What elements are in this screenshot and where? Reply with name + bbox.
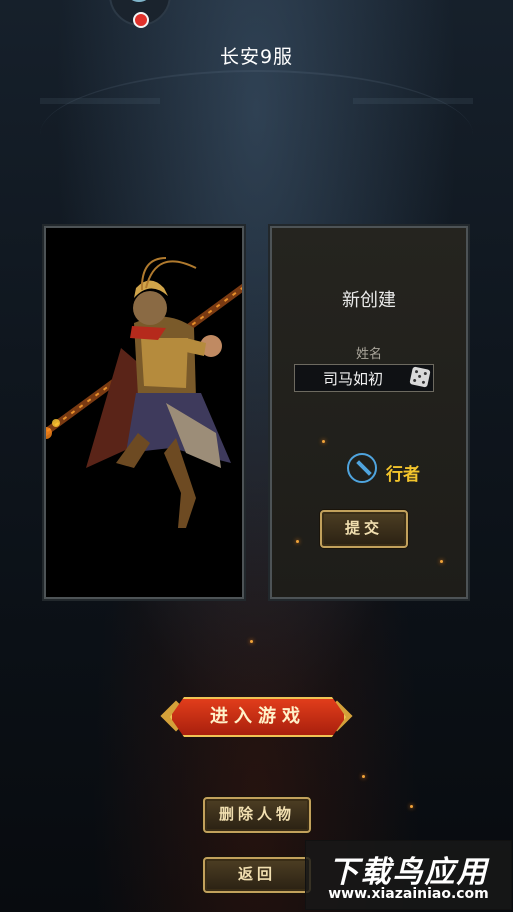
name-label: 姓名 — [355, 347, 382, 362]
panel-title: 新创建 — [342, 290, 396, 311]
monkey-king-character-art — [27, 257, 260, 528]
submit-button[interactable]: 提交 — [320, 510, 408, 548]
random-name-dice-icon[interactable] — [409, 366, 431, 388]
beam-decoration-right — [353, 98, 473, 104]
create-character-panel: 新创建 姓名 行者 提交 — [270, 226, 468, 599]
ember-particle — [410, 805, 413, 808]
watermark-url: www.xiazainiao.com — [328, 886, 489, 902]
class-name-label[interactable]: 行者 — [386, 460, 420, 485]
temple-arch-decoration — [40, 70, 473, 232]
mascot-icon — [128, 0, 150, 2]
ember-particle — [250, 640, 253, 643]
beam-decoration-left — [40, 98, 160, 104]
ember-particle — [296, 540, 299, 543]
ember-particle — [322, 440, 325, 443]
server-title[interactable]: 长安9服 — [0, 42, 513, 69]
enter-game-button[interactable]: 进入游戏 — [170, 697, 346, 737]
character-portrait-panel — [27, 226, 260, 599]
sword-class-icon[interactable] — [347, 453, 377, 483]
watermark-title: 下载鸟应用 — [328, 855, 489, 890]
back-button[interactable]: 返回 — [203, 857, 311, 893]
delete-character-button[interactable]: 删除人物 — [203, 797, 311, 833]
server-avatar-icon[interactable] — [109, 0, 171, 28]
notification-dot — [133, 12, 149, 28]
ember-particle — [440, 560, 443, 563]
ember-particle — [362, 775, 365, 778]
watermark-logo: 下载鸟应用 www.xiazainiao.com — [305, 840, 512, 910]
